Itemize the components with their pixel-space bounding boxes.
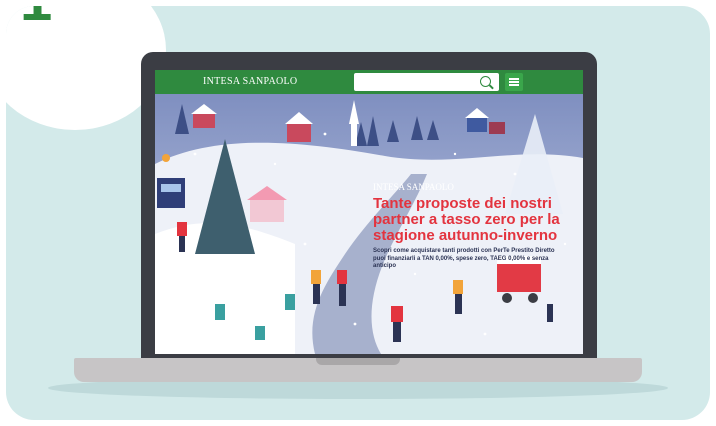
hero-text-block: INTESA SANPAOLO Tante proposte dei nostr… (373, 182, 563, 271)
hero-banner: INTESA SANPAOLO Tante proposte dei nostr… (155, 94, 583, 354)
search-icon[interactable] (480, 76, 491, 87)
hero-headline: Tante proposte dei nostri partner a tass… (373, 195, 560, 244)
site-header: INTESA SANPAOLO (155, 70, 583, 94)
search-input[interactable] (354, 73, 499, 91)
laptop-notch (316, 358, 400, 365)
hero-description: Scopri come acquistare tanti prodotti co… (373, 248, 555, 269)
menu-button[interactable] (505, 73, 523, 91)
step-number: 1 (20, 6, 52, 32)
hero-brand: INTESA SANPAOLO (373, 182, 454, 192)
laptop-screen: INTESA SANPAOLO INTESA SANPAOLO Tante pr… (155, 70, 583, 354)
site-logo[interactable]: INTESA SANPAOLO (203, 76, 297, 87)
